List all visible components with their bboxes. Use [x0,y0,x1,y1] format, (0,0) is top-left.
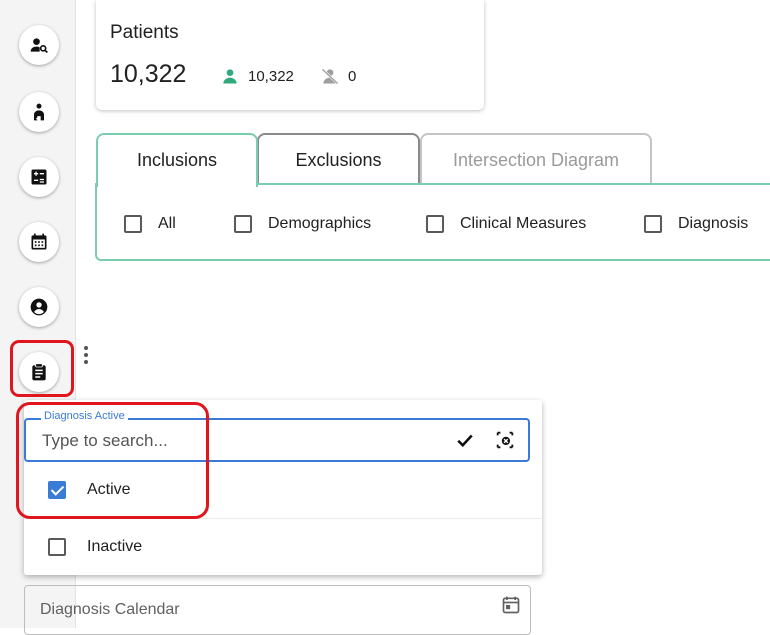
more-vert-icon[interactable] [83,346,89,366]
filter-all-label: All [158,215,176,232]
highlight-box [16,402,209,519]
patients-total: 10,322 [110,60,187,88]
inactive-patients-count: 0 [348,67,357,85]
patient-button[interactable] [19,92,59,132]
filter-demographics[interactable]: Demographics [234,212,371,236]
filter-clinical-measures-checkbox[interactable] [426,215,444,233]
filter-all-checkbox[interactable] [124,215,142,233]
filter-all[interactable]: All [124,212,176,236]
filter-demographics-checkbox[interactable] [234,215,252,233]
patients-title: Patients [110,22,179,43]
clear-selection-icon[interactable] [494,429,516,451]
person-icon [223,69,237,84]
calculator-icon [31,169,47,185]
calendar-button[interactable] [19,222,59,262]
active-patients-count: 10,322 [248,67,294,85]
calendar-icon[interactable] [501,595,521,615]
tab-intersection-diagram[interactable]: Intersection Diagram [420,133,652,185]
option-inactive[interactable]: Inactive [48,538,142,556]
account-circle-icon [30,298,48,316]
filter-diagnosis-label: Diagnosis [678,215,749,232]
tab-inclusions[interactable]: Inclusions [96,133,258,187]
user-search-icon [30,38,48,54]
user-search-button[interactable] [19,25,59,65]
filter-diagnosis[interactable]: Diagnosis [644,212,748,236]
check-icon[interactable] [456,431,474,449]
calendar-icon [31,233,47,250]
patient-user-icon [34,103,44,121]
filter-demographics-label: Demographics [268,215,372,232]
calculator-button[interactable] [19,157,59,197]
option-inactive-checkbox[interactable] [48,538,66,556]
person-off-icon [321,68,339,85]
filter-diagnosis-checkbox[interactable] [644,215,662,233]
highlight-box [10,340,74,397]
filter-clinical-measures[interactable]: Clinical Measures [426,212,586,236]
diagnosis-calendar-placeholder: Diagnosis Calendar [40,601,180,618]
option-inactive-label: Inactive [87,538,143,555]
filter-clinical-measures-label: Clinical Measures [460,215,587,232]
inactive-patients-stat: 0 [320,66,356,86]
account-button[interactable] [19,287,59,327]
active-patients-stat: 10,322 [220,66,294,86]
patients-card: Patients 10,322 10,322 0 [96,0,484,110]
tab-exclusions[interactable]: Exclusions [257,133,420,185]
